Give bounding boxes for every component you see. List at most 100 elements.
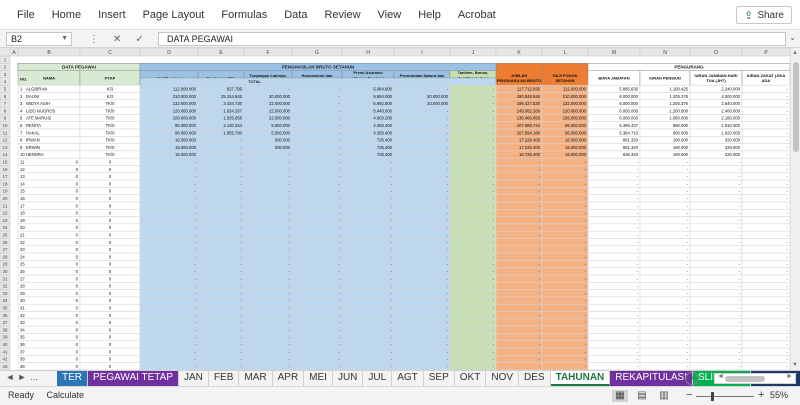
scroll-right-icon[interactable]: ► xyxy=(786,373,793,380)
cell xyxy=(139,238,199,247)
cell xyxy=(243,325,293,334)
vertical-scroll-thumb[interactable] xyxy=(793,62,799,152)
cell xyxy=(243,201,293,210)
cell-no: 36 xyxy=(20,342,25,347)
cell xyxy=(639,194,691,203)
cell xyxy=(197,289,245,298)
zoom-in-icon[interactable]: + xyxy=(758,389,764,401)
enter-icon[interactable]: ✓ xyxy=(135,34,143,45)
menu-acrobat[interactable]: Acrobat xyxy=(458,9,496,21)
chevron-down-icon[interactable]: ▼ xyxy=(61,33,68,45)
page-break-view-icon[interactable]: ▥ xyxy=(656,390,672,402)
cell xyxy=(17,179,81,188)
spreadsheet-grid[interactable]: A B C D E F G H I J K L M N O P 1 2 3 4 5 6 7 8 9 10 11 12 13 14 15 16 1… xyxy=(0,48,790,370)
cell-jumlah: 196.427.530 xyxy=(517,101,541,106)
cell xyxy=(449,252,497,261)
cell xyxy=(341,230,395,239)
scroll-up-icon[interactable]: ▲ xyxy=(792,50,798,56)
cell xyxy=(197,245,245,254)
tab-jun[interactable]: JUN xyxy=(333,371,364,386)
vertical-scrollbar[interactable]: ▲ ▼ xyxy=(790,48,800,370)
share-button[interactable]: ⇪ Share xyxy=(736,6,792,24)
menu-home[interactable]: Home xyxy=(52,9,81,21)
menu-view[interactable]: View xyxy=(378,9,402,21)
scroll-down-icon[interactable]: ▼ xyxy=(792,362,798,368)
cell xyxy=(741,238,790,247)
menu-review[interactable]: Review xyxy=(324,9,360,21)
cell xyxy=(17,340,81,349)
horizontal-scrollbar[interactable]: ◄ ► xyxy=(714,373,796,384)
menu-insert[interactable]: Insert xyxy=(98,9,126,21)
tab-sep[interactable]: SEP xyxy=(424,371,455,386)
cell xyxy=(449,201,497,210)
tab-more-icon[interactable]: ... xyxy=(28,372,40,382)
tab-jul[interactable]: JUL xyxy=(363,371,393,386)
status-calculate[interactable]: Calculate xyxy=(47,390,85,400)
tab-nov[interactable]: NOV xyxy=(486,371,520,386)
tab-rekapitulasi[interactable]: REKAPITULASI xyxy=(610,371,693,386)
grid-canvas[interactable]: A B C D E F G H I J K L M N O P123456789101112131415161… xyxy=(0,48,790,370)
tab-prev-icon[interactable]: ◄ xyxy=(4,372,16,382)
cell xyxy=(291,267,343,276)
cancel-icon[interactable]: ✕ xyxy=(113,34,121,45)
tab-apr[interactable]: APR xyxy=(273,371,305,386)
cell xyxy=(587,172,641,181)
cell xyxy=(495,362,543,370)
tab-pegawai-tetap[interactable]: PEGAWAI TETAP xyxy=(88,371,180,386)
tab-okt[interactable]: OKT xyxy=(455,371,487,386)
total-row-bg xyxy=(139,77,497,86)
row-number: 29 xyxy=(2,262,8,267)
status-left: Ready Calculate xyxy=(8,390,94,400)
zoom-level[interactable]: 55% xyxy=(770,390,788,400)
cell xyxy=(139,260,199,268)
cell xyxy=(449,187,497,195)
tab-des[interactable]: DES xyxy=(519,371,551,386)
cell-no: 31 xyxy=(20,306,25,311)
tab-mar[interactable]: MAR xyxy=(239,371,273,386)
tab-next-icon[interactable]: ► xyxy=(16,372,28,382)
tab-mei[interactable]: MEI xyxy=(304,371,333,386)
formula-input[interactable]: DATA PEGAWAI xyxy=(158,32,786,46)
menu-data[interactable]: Data xyxy=(284,9,307,21)
name-box[interactable]: B2 ▼ xyxy=(6,32,72,46)
tab-agt[interactable]: AGT xyxy=(392,371,424,386)
cell-ptkp: TK/0 xyxy=(106,138,116,143)
cell xyxy=(741,252,790,261)
cell xyxy=(541,238,589,247)
tab-ter[interactable]: TER xyxy=(57,371,88,386)
cell xyxy=(639,230,691,239)
add-sheet-button[interactable]: + xyxy=(685,372,699,385)
cell xyxy=(291,187,343,195)
cell xyxy=(639,296,691,305)
menu-file[interactable]: File xyxy=(17,9,35,21)
cell xyxy=(639,274,691,283)
menu-page-layout[interactable]: Page Layout xyxy=(143,9,205,21)
cell xyxy=(449,121,497,130)
cell xyxy=(243,187,293,195)
zoom-out-icon[interactable]: − xyxy=(686,389,692,401)
cell xyxy=(291,209,343,217)
tab-feb[interactable]: FEB xyxy=(209,371,240,386)
cell-gaji-pokok: 16.000.000 xyxy=(565,145,587,150)
page-layout-view-icon[interactable]: ▤ xyxy=(634,390,650,402)
cell xyxy=(449,216,497,225)
scroll-left-icon[interactable]: ◄ xyxy=(717,373,724,380)
menu-formulas[interactable]: Formulas xyxy=(221,9,267,21)
cell xyxy=(587,157,641,166)
normal-view-icon[interactable]: ▦ xyxy=(612,390,628,402)
cell xyxy=(17,252,81,261)
cell xyxy=(587,260,641,268)
menu-help[interactable]: Help xyxy=(418,9,441,21)
expand-formula-icon[interactable]: ⌄ xyxy=(789,33,796,42)
zoom-slider[interactable]: − + xyxy=(686,389,778,402)
horizontal-scroll-thumb[interactable] xyxy=(725,376,765,382)
cell xyxy=(17,172,81,181)
tab-jan[interactable]: JAN xyxy=(179,371,209,386)
cell-iuran-pensiun: 960.000 xyxy=(673,130,689,135)
tab-tahunan[interactable]: TAHUNAN xyxy=(550,371,611,386)
cell xyxy=(449,238,497,247)
zoom-knob[interactable] xyxy=(710,392,714,401)
cell xyxy=(197,150,245,159)
cell xyxy=(341,201,395,210)
more-icon[interactable]: ⋮ xyxy=(89,34,99,45)
